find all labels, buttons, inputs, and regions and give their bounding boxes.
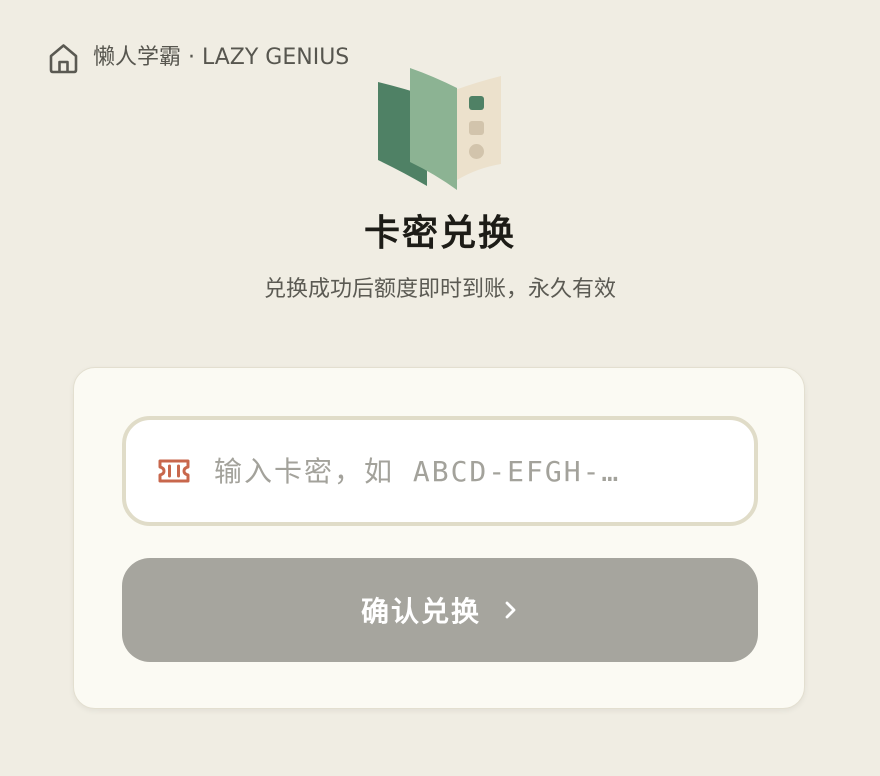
code-field[interactable]	[122, 416, 758, 526]
home-link[interactable]: 懒人学霸 · LAZY GENIUS	[48, 40, 349, 76]
chevron-right-icon	[503, 599, 519, 621]
redeem-page: 懒人学霸 · LAZY GENIUS 卡密兑换 兑换成功后额度即时到账，永久有效	[0, 0, 880, 776]
redeem-card: 确认兑换	[73, 367, 805, 709]
home-icon	[48, 42, 79, 75]
open-book-icon	[377, 68, 505, 192]
ticket-icon	[156, 456, 192, 486]
code-input[interactable]	[214, 440, 714, 502]
confirm-redeem-label: 确认兑换	[360, 595, 481, 628]
confirm-redeem-button[interactable]: 确认兑换	[122, 558, 758, 662]
page-title: 卡密兑换	[363, 213, 516, 254]
brand-name: 懒人学霸 · LAZY GENIUS	[93, 45, 350, 70]
page-subtitle: 兑换成功后额度即时到账，永久有效	[263, 277, 616, 302]
